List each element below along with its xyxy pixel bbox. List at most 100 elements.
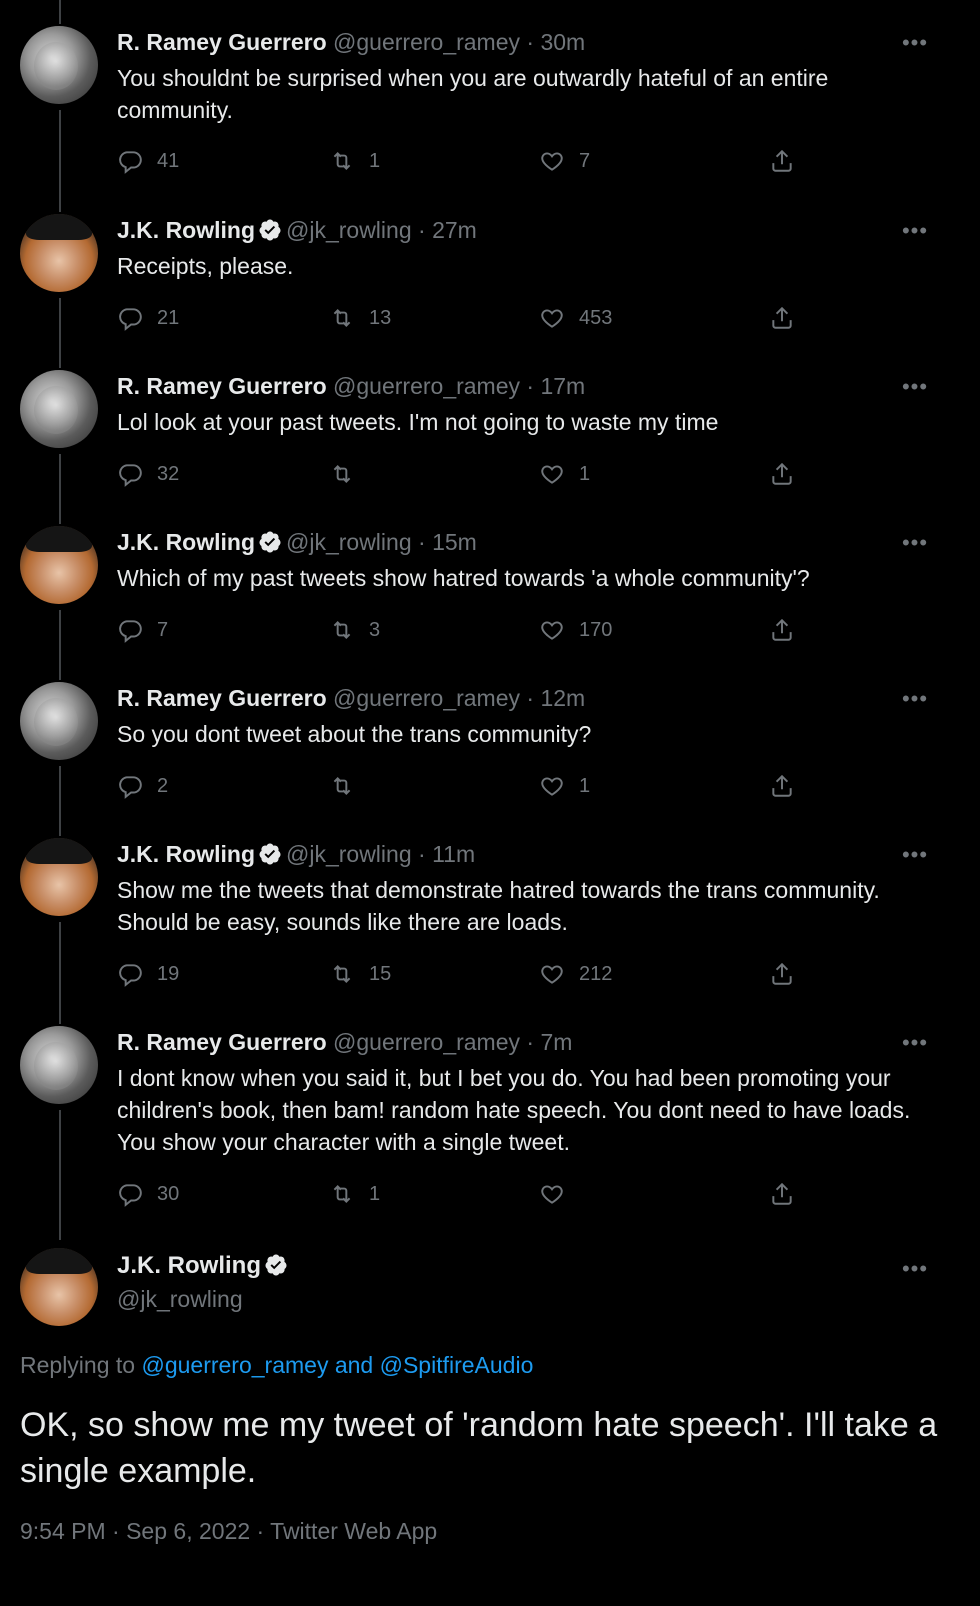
avatar[interactable] <box>20 26 98 104</box>
more-icon[interactable]: ••• <box>900 530 930 555</box>
retweet-button[interactable]: 15 <box>329 959 391 989</box>
reply-button[interactable]: 19 <box>117 959 179 989</box>
reply-button[interactable]: 7 <box>117 615 168 645</box>
tweet-actions: 21 13 453 <box>117 303 817 333</box>
like-button[interactable]: 1 <box>539 459 590 489</box>
retweet-button[interactable]: 3 <box>329 615 380 645</box>
tweet-actions: 32 1 <box>117 459 817 489</box>
share-button[interactable] <box>769 459 809 489</box>
tweet-text: Receipts, please. <box>117 253 294 279</box>
thread-connector <box>59 610 61 680</box>
author-handle[interactable]: @guerrero_ramey <box>333 29 520 55</box>
author-name[interactable]: R. Ramey Guerrero <box>117 373 327 399</box>
like-button[interactable]: 170 <box>539 615 612 645</box>
timestamp[interactable]: 15m <box>432 529 477 555</box>
more-icon[interactable]: ••• <box>900 842 930 867</box>
reply-count: 19 <box>157 962 180 985</box>
author-handle[interactable]: @guerrero_ramey <box>333 685 520 711</box>
separator: · <box>520 29 541 55</box>
reply-button[interactable]: 2 <box>117 771 168 801</box>
retweet-button[interactable] <box>329 771 369 801</box>
author-name[interactable]: J.K. Rowling <box>117 217 255 243</box>
share-button[interactable] <box>769 615 809 645</box>
share-icon <box>772 1182 792 1205</box>
share-icon <box>772 618 792 641</box>
avatar[interactable] <box>20 1248 98 1326</box>
author-handle[interactable]: @guerrero_ramey <box>333 1029 520 1055</box>
like-count: 1 <box>579 774 591 797</box>
share-button[interactable] <box>769 771 809 801</box>
like-button[interactable]: 212 <box>539 959 612 989</box>
reply-icon <box>119 464 142 487</box>
reply-button[interactable]: 30 <box>117 1179 179 1209</box>
retweet-icon <box>333 152 351 170</box>
more-icon[interactable]: ••• <box>900 218 930 243</box>
share-button[interactable] <box>769 303 809 333</box>
retweet-button[interactable]: 1 <box>329 1179 380 1209</box>
like-button[interactable]: 453 <box>539 303 612 333</box>
avatar[interactable] <box>20 838 98 916</box>
like-count: 170 <box>579 618 613 641</box>
verified-badge-icon <box>259 531 281 553</box>
timestamp[interactable]: 30m <box>540 29 585 55</box>
retweet-button[interactable] <box>329 459 369 489</box>
author-handle[interactable]: @jk_rowling <box>286 841 412 867</box>
author-handle[interactable]: @jk_rowling <box>286 529 412 555</box>
share-button[interactable] <box>769 1179 809 1209</box>
timestamp[interactable]: 17m <box>540 373 585 399</box>
avatar[interactable] <box>20 1026 98 1104</box>
timestamp[interactable]: 27m <box>432 217 477 243</box>
retweet-count: 1 <box>369 1182 381 1205</box>
author-name[interactable]: R. Ramey Guerrero <box>117 29 327 55</box>
share-button[interactable] <box>769 959 809 989</box>
tweet-text: So you dont tweet about the trans commun… <box>117 721 592 747</box>
timestamp[interactable]: 11m <box>432 841 475 867</box>
like-button[interactable]: 1 <box>539 771 590 801</box>
tweet-meta[interactable]: 9:54 PM · Sep 6, 2022 · Twitter Web App <box>20 1518 437 1545</box>
more-icon[interactable]: ••• <box>900 686 930 711</box>
separator: · <box>520 373 541 399</box>
retweet-icon <box>333 777 351 795</box>
verified-badge-icon <box>259 843 281 865</box>
more-icon[interactable]: ••• <box>900 30 930 55</box>
share-button[interactable] <box>769 146 809 176</box>
tweet-header: J.K. Rowling @jk_rowling · 15m <box>117 528 477 556</box>
retweet-button[interactable]: 13 <box>329 303 391 333</box>
author-name[interactable]: J.K. Rowling <box>117 841 255 867</box>
avatar[interactable] <box>20 682 98 760</box>
separator: · <box>411 217 433 243</box>
author-handle[interactable]: @jk_rowling <box>117 1286 243 1313</box>
reply-count: 32 <box>157 462 180 485</box>
reply-button[interactable]: 21 <box>117 303 179 333</box>
reply-icon <box>119 308 142 331</box>
reply-button[interactable]: 32 <box>117 459 179 489</box>
avatar[interactable] <box>20 526 98 604</box>
author-name[interactable]: J.K. Rowling <box>117 529 255 555</box>
author-name[interactable]: J.K. Rowling <box>117 1252 292 1280</box>
reply-count: 7 <box>157 618 169 641</box>
tweet-actions: 7 3 170 <box>117 615 817 645</box>
like-button[interactable] <box>539 1179 579 1209</box>
author-handle[interactable]: @guerrero_ramey <box>333 373 520 399</box>
reply-button[interactable]: 41 <box>117 146 179 176</box>
retweet-button[interactable]: 1 <box>329 146 380 176</box>
author-handle[interactable]: @jk_rowling <box>286 217 412 243</box>
more-icon[interactable]: ••• <box>900 374 930 399</box>
more-icon[interactable]: ••• <box>900 1030 930 1055</box>
avatar[interactable] <box>20 214 98 292</box>
avatar[interactable] <box>20 370 98 448</box>
reply-icon <box>119 776 142 799</box>
thread-connector <box>59 766 61 836</box>
heart-icon <box>541 152 563 171</box>
reply-icon <box>119 1184 142 1207</box>
replying-links[interactable]: @guerrero_ramey and @SpitfireAudio <box>141 1352 533 1378</box>
heart-icon <box>541 621 563 640</box>
author-name[interactable]: R. Ramey Guerrero <box>117 685 327 711</box>
timestamp[interactable]: 12m <box>540 685 585 711</box>
thread-connector <box>59 0 61 24</box>
author-name[interactable]: R. Ramey Guerrero <box>117 1029 327 1055</box>
tweet-text: Show me the tweets that demonstrate hatr… <box>117 877 880 935</box>
more-icon[interactable]: ••• <box>900 1256 930 1281</box>
like-button[interactable]: 7 <box>539 146 590 176</box>
timestamp[interactable]: 7m <box>540 1029 572 1055</box>
